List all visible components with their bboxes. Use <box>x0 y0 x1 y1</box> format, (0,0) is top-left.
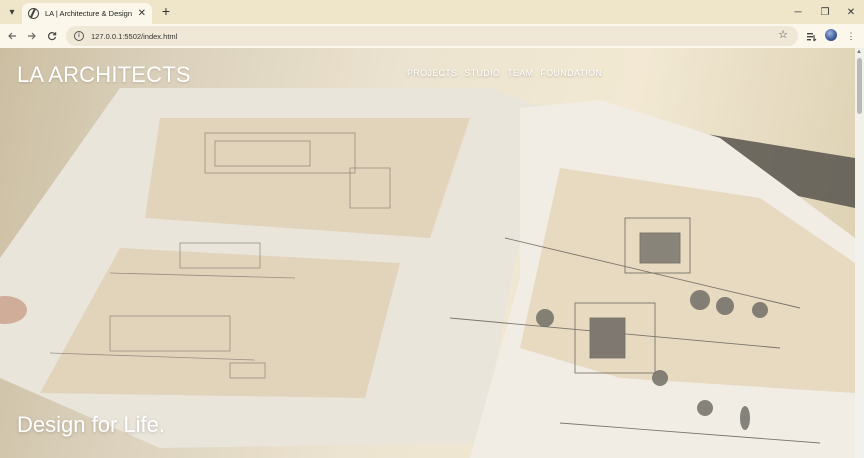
tab-strip: ▾ LA | Architecture & Design Stud ✕ + ─ … <box>0 0 864 24</box>
extensions-icon[interactable] <box>804 29 818 43</box>
nav-item-projects[interactable]: PROJECTS <box>407 68 457 78</box>
page-viewport: LA ARCHITECTS PROJECTS STUDIO TEAM FOUND… <box>0 48 855 458</box>
back-arrow-icon[interactable] <box>4 28 20 44</box>
profile-avatar[interactable] <box>825 29 837 41</box>
tab-close-icon[interactable]: ✕ <box>138 8 146 19</box>
new-tab-button[interactable]: + <box>158 3 174 19</box>
nav-item-foundation[interactable]: FOUNDATION <box>540 68 602 78</box>
scroll-up-icon[interactable]: ▲ <box>856 49 862 55</box>
site-info-icon[interactable]: i <box>74 31 84 41</box>
page-scrollbar[interactable]: ▲ <box>855 48 864 458</box>
minimize-button[interactable]: ─ <box>787 4 809 20</box>
browser-toolbar: i 127.0.0.1:5502/index.html ☆ ⋮ <box>0 24 864 48</box>
nav-item-team[interactable]: TEAM <box>507 68 533 78</box>
hero-image <box>0 48 855 458</box>
maximize-button[interactable]: ❐ <box>814 4 836 20</box>
tab-title: LA | Architecture & Design Stud <box>45 9 134 18</box>
main-nav: PROJECTS STUDIO TEAM FOUNDATION <box>407 68 602 78</box>
reload-icon[interactable] <box>44 28 60 44</box>
forward-arrow-icon[interactable] <box>24 28 40 44</box>
kebab-menu-icon[interactable]: ⋮ <box>844 29 858 43</box>
scrollbar-thumb[interactable] <box>857 58 862 114</box>
favicon-icon <box>28 8 39 19</box>
nav-item-studio[interactable]: STUDIO <box>464 68 500 78</box>
hero-tagline: Design for Life. <box>17 412 165 437</box>
star-icon[interactable]: ☆ <box>778 28 788 41</box>
site-logo[interactable]: LA ARCHITECTS <box>17 62 191 88</box>
address-bar[interactable]: i 127.0.0.1:5502/index.html ☆ <box>66 26 798 46</box>
browser-tab-active[interactable]: LA | Architecture & Design Stud ✕ <box>22 3 152 24</box>
close-window-button[interactable]: ✕ <box>840 4 862 20</box>
tab-search-dropdown-icon[interactable]: ▾ <box>4 4 20 20</box>
url-text[interactable]: 127.0.0.1:5502/index.html <box>91 32 177 41</box>
